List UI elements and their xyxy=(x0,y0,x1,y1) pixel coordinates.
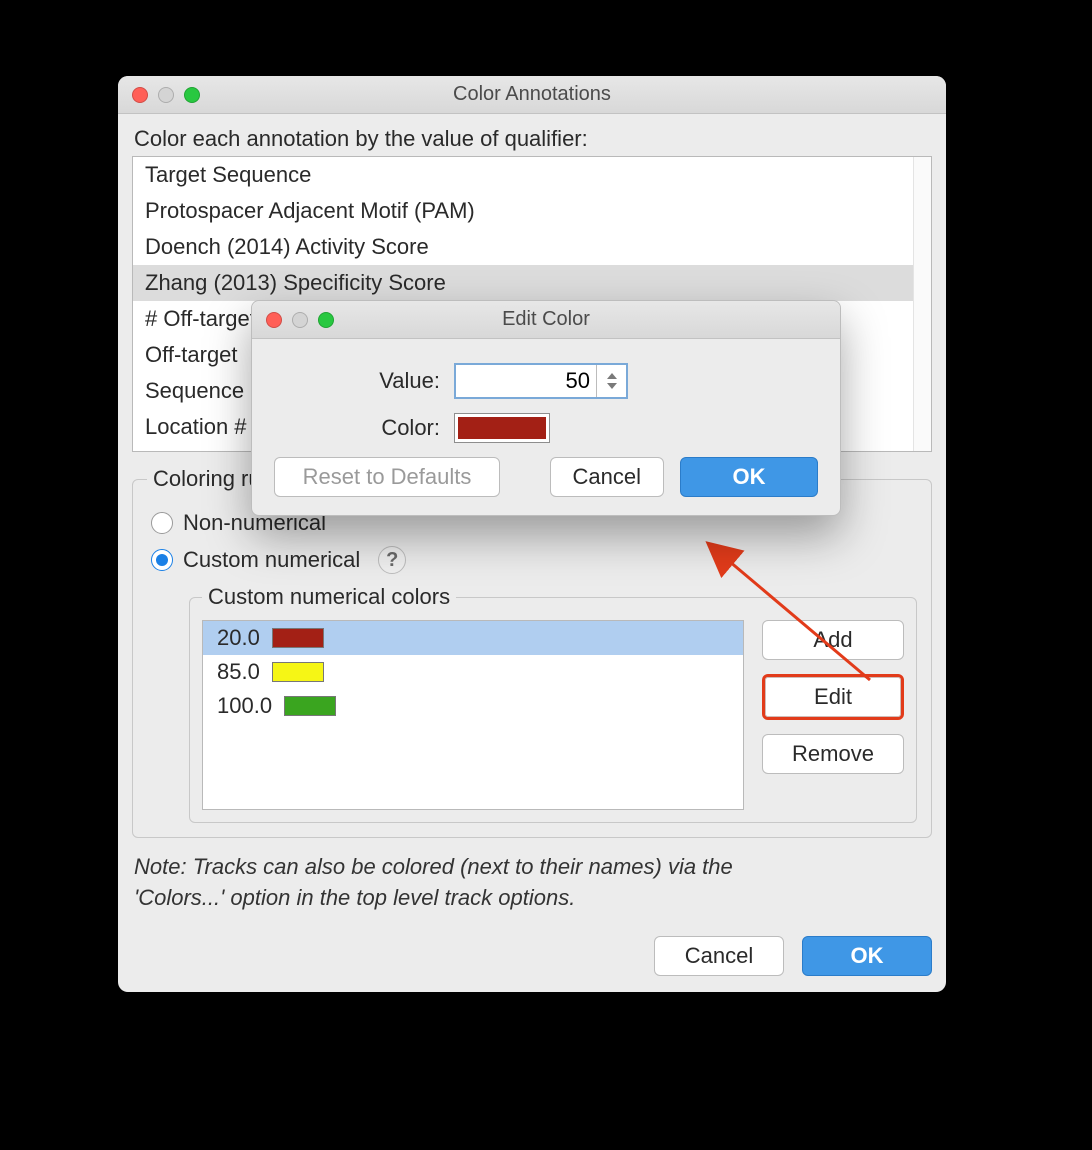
edit-button-highlight: Edit xyxy=(762,674,904,720)
coloring-rule-group: Coloring rule Non-numerical Custom numer… xyxy=(132,466,932,838)
list-item[interactable]: Zhang (2013) Specificity Score xyxy=(133,265,931,301)
titlebar: Color Annotations xyxy=(118,76,946,114)
close-icon[interactable] xyxy=(266,312,282,328)
color-row[interactable]: 85.0 xyxy=(203,655,743,689)
zoom-icon[interactable] xyxy=(184,87,200,103)
color-swatch xyxy=(272,628,324,648)
ok-button[interactable]: OK xyxy=(802,936,932,976)
color-value: 85.0 xyxy=(217,659,260,685)
list-item[interactable]: Protospacer Adjacent Motif (PAM) xyxy=(133,193,931,229)
custom-colors-label: Custom numerical colors xyxy=(202,584,456,610)
qualifier-prompt: Color each annotation by the value of qu… xyxy=(134,126,932,152)
edit-button[interactable]: Edit xyxy=(765,677,901,717)
value-label: Value: xyxy=(274,368,454,394)
value-input[interactable] xyxy=(456,365,596,397)
close-icon[interactable] xyxy=(132,87,148,103)
color-value: 20.0 xyxy=(217,625,260,651)
list-item[interactable]: Doench (2014) Activity Score xyxy=(133,229,931,265)
cancel-button[interactable]: Cancel xyxy=(550,457,664,497)
cancel-button[interactable]: Cancel xyxy=(654,936,784,976)
radio-custom-numerical-label: Custom numerical xyxy=(183,547,360,573)
window-title: Color Annotations xyxy=(118,83,946,106)
stepper-icon[interactable] xyxy=(596,365,626,397)
radio-custom-numerical[interactable] xyxy=(151,549,173,571)
custom-colors-group: Custom numerical colors 20.0 85.0 100.0 xyxy=(189,584,917,823)
window-controls xyxy=(118,87,200,103)
value-stepper[interactable] xyxy=(454,363,628,399)
reset-defaults-button[interactable]: Reset to Defaults xyxy=(274,457,500,497)
window-controls xyxy=(252,312,334,328)
edit-color-dialog: Edit Color Value: Color: Reset to Defaul… xyxy=(251,300,841,516)
minimize-icon xyxy=(292,312,308,328)
custom-colors-list[interactable]: 20.0 85.0 100.0 xyxy=(202,620,744,810)
add-button[interactable]: Add xyxy=(762,620,904,660)
list-item[interactable]: Target Sequence xyxy=(133,157,931,193)
scrollbar[interactable] xyxy=(913,157,931,451)
color-well[interactable] xyxy=(454,413,550,443)
radio-non-numerical[interactable] xyxy=(151,512,173,534)
titlebar: Edit Color xyxy=(252,301,840,339)
color-swatch xyxy=(272,662,324,682)
color-label: Color: xyxy=(274,415,454,441)
ok-button[interactable]: OK xyxy=(680,457,818,497)
zoom-icon[interactable] xyxy=(318,312,334,328)
color-value: 100.0 xyxy=(217,693,272,719)
remove-button[interactable]: Remove xyxy=(762,734,904,774)
color-row[interactable]: 20.0 xyxy=(203,621,743,655)
color-annotations-dialog: Color Annotations Color each annotation … xyxy=(118,76,946,992)
note-text: Note: Tracks can also be colored (next t… xyxy=(134,852,930,914)
color-swatch xyxy=(284,696,336,716)
minimize-icon xyxy=(158,87,174,103)
help-icon[interactable]: ? xyxy=(378,546,406,574)
color-row[interactable]: 100.0 xyxy=(203,689,743,723)
window-title: Edit Color xyxy=(252,308,840,331)
